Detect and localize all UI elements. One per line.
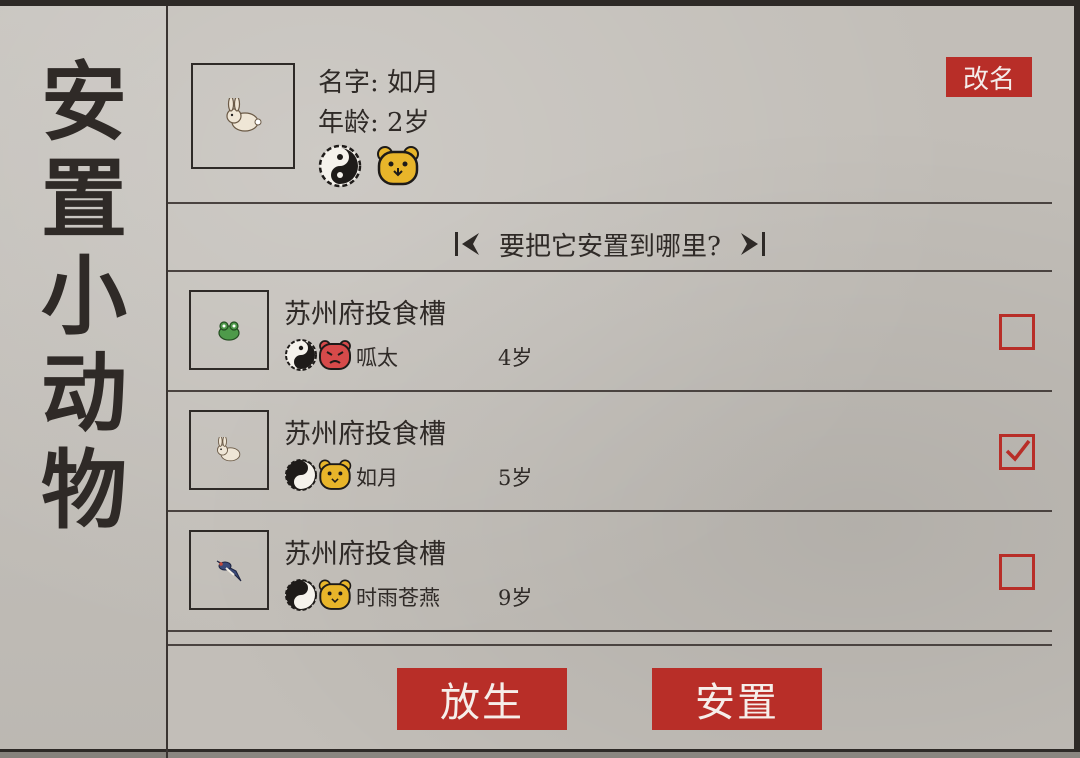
slot-animal-age: 9岁 <box>498 586 533 610</box>
bear-face-icon <box>318 579 352 610</box>
current-pet-age: 年龄: 2岁 <box>318 108 430 138</box>
place-button[interactable]: 安置 <box>652 668 822 730</box>
slot-animal-frame <box>189 290 269 370</box>
next-arrow-icon[interactable] <box>739 230 767 258</box>
swallow-icon <box>216 560 242 582</box>
slot-location: 苏州府投食槽 <box>284 539 446 570</box>
slot-animal-frame <box>189 530 269 610</box>
slot-animal-name: 如月 <box>356 466 398 490</box>
divider <box>168 202 1052 204</box>
slot-location: 苏州府投食槽 <box>284 419 446 450</box>
prev-arrow-icon[interactable] <box>453 230 481 258</box>
sidebar: 安置小动物 <box>0 6 168 758</box>
yin-yang-light-icon <box>285 339 317 371</box>
yin-yang-dark-icon <box>285 459 317 491</box>
divider <box>168 270 1052 272</box>
slot-checkbox[interactable] <box>999 554 1035 590</box>
divider <box>168 644 1052 646</box>
angry-face-icon <box>319 340 351 370</box>
slot-location: 苏州府投食槽 <box>284 299 446 330</box>
divider <box>168 630 1052 632</box>
rename-button[interactable]: 改名 <box>946 57 1032 97</box>
current-pet-avatar <box>191 63 295 169</box>
frog-icon <box>218 321 240 341</box>
placement-panel: 安置小动物 名字: 如月 年龄: 2岁 改名 要把它安置到哪里? 苏州府投食槽 … <box>0 0 1080 758</box>
divider <box>168 510 1052 512</box>
slot-animal-age: 5岁 <box>498 466 533 490</box>
yin-yang-icon <box>318 144 362 188</box>
release-button[interactable]: 放生 <box>397 668 567 730</box>
rabbit-icon <box>226 98 262 132</box>
slot-checkbox-checked[interactable] <box>999 434 1035 470</box>
rabbit-icon <box>217 437 241 462</box>
slot-checkbox[interactable] <box>999 314 1035 350</box>
bear-face-icon <box>377 146 419 186</box>
bear-face-icon <box>318 459 352 490</box>
divider <box>168 390 1052 392</box>
yin-yang-dark-icon <box>285 579 317 611</box>
slot-animal-frame <box>189 410 269 490</box>
slot-animal-name: 呱太 <box>356 346 398 370</box>
slot-animal-age: 4岁 <box>498 346 533 370</box>
placement-prompt: 要把它安置到哪里? <box>168 224 1052 264</box>
sidebar-title: 安置小动物 <box>41 52 127 541</box>
current-pet-name: 名字: 如月 <box>318 68 440 98</box>
slot-animal-name: 时雨苍燕 <box>356 586 440 610</box>
checkmark-icon <box>1005 439 1031 462</box>
prompt-text: 要把它安置到哪里? <box>499 231 721 262</box>
